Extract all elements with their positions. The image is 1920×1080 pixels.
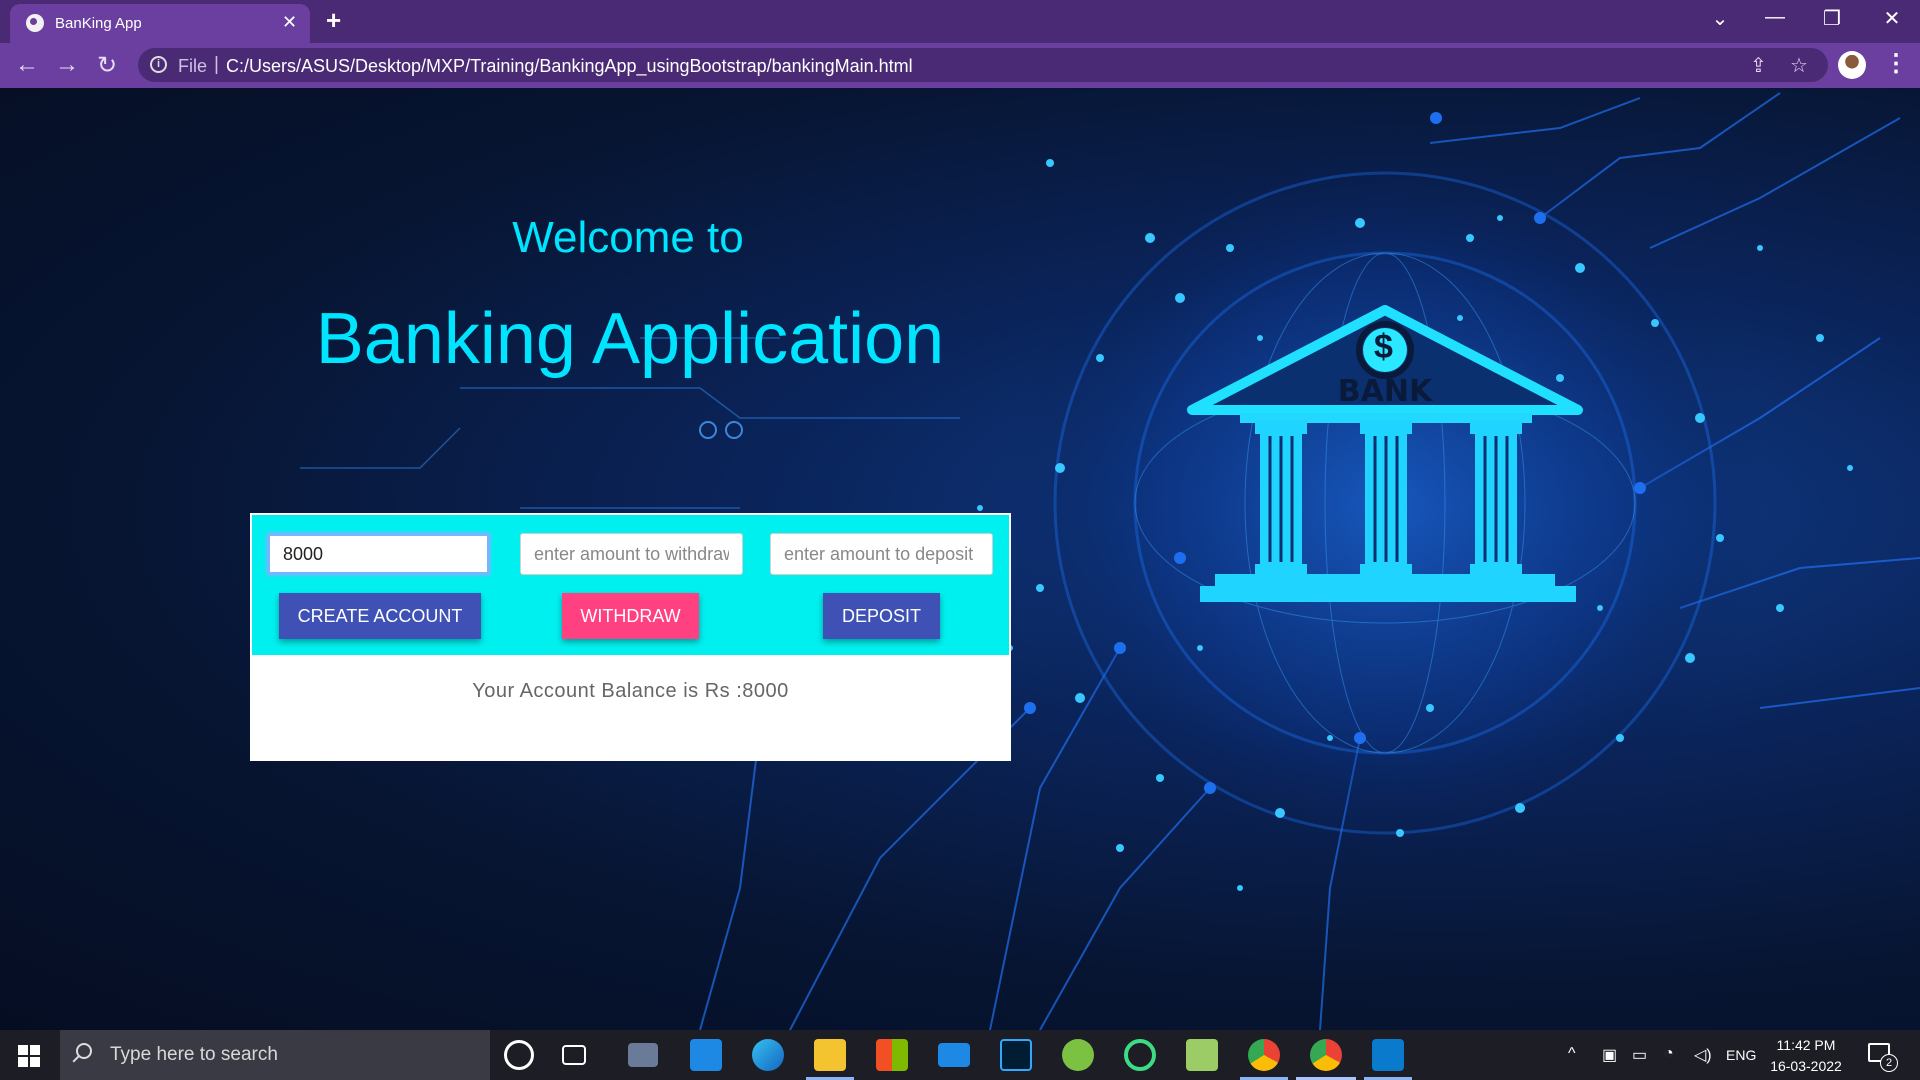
green-app-icon[interactable] [1062,1039,1094,1071]
file-label: File [178,56,208,76]
taskbar-search-placeholder: Type here to search [110,1044,278,1065]
circle-app-icon[interactable] [1124,1039,1156,1071]
clock-date: 16-03-2022 [1770,1058,1842,1074]
notepad-app-icon[interactable] [1186,1039,1218,1071]
page-viewport: $ BANK Welcome to Banking Application CR… [0,88,1920,1030]
restore-icon[interactable]: ❐ [1812,6,1852,31]
bookmark-star-icon[interactable]: ☆ [1790,53,1808,78]
deposit-amount-input[interactable] [770,533,993,575]
close-tab-icon[interactable]: ✕ [282,12,297,33]
more-menu-icon[interactable]: ⋮ [1884,49,1908,78]
create-account-button[interactable]: CREATE ACCOUNT [279,593,481,639]
chrome-active-icon[interactable] [1310,1039,1342,1071]
browser-toolbar: ← → ↻ i File | C:/Users/ASUS/Desktop/MXP… [0,43,1920,88]
windows-start-icon[interactable] [18,1045,40,1067]
windows-taskbar: Type here to search ^ ▣ ▭ ◔ ◁) ENG 11:42… [0,1030,1920,1080]
task-view-icon[interactable] [562,1045,586,1065]
browser-tab-strip: BanKing App ✕ + ⌄ — ❐ ✕ [0,0,1920,43]
notification-count-badge: 2 [1880,1054,1898,1072]
new-tab-icon[interactable]: + [326,5,341,36]
globe-icon [26,14,44,32]
banking-form-card: CREATE ACCOUNT WITHDRAW DEPOSIT Your Acc… [250,513,1011,761]
tab-search-chevron-icon[interactable]: ⌄ [1700,6,1740,31]
battery-icon[interactable]: ▭ [1632,1045,1647,1065]
edge-icon[interactable] [752,1039,784,1071]
show-hidden-icons-chevron[interactable]: ^ [1568,1045,1576,1063]
media-player-icon[interactable] [690,1039,722,1071]
wifi-icon[interactable]: ◔ [1664,1045,1674,1063]
deposit-button[interactable]: DEPOSIT [823,593,940,639]
system-clock[interactable]: 11:42 PM 16-03-2022 [1762,1035,1850,1077]
cortana-icon[interactable] [504,1040,534,1070]
account-balance-text: Your Account Balance is Rs :8000 [472,680,789,702]
photoshop-icon[interactable] [1000,1039,1032,1071]
vscode-icon[interactable] [1372,1039,1404,1071]
form-controls-panel: CREATE ACCOUNT WITHDRAW DEPOSIT [252,515,1009,655]
language-indicator[interactable]: ENG [1726,1047,1756,1063]
account-amount-input[interactable] [267,533,490,575]
forward-icon[interactable]: → [52,51,82,79]
profile-avatar[interactable] [1838,51,1866,79]
withdraw-button[interactable]: WITHDRAW [562,593,699,639]
clock-time: 11:42 PM [1776,1037,1836,1053]
bank-sign-text: BANK [1337,374,1433,409]
bank-dollar-sign: $ [1374,328,1393,366]
store-icon[interactable] [876,1039,908,1071]
file-explorer-icon[interactable] [814,1039,846,1071]
url-separator: | [214,54,219,75]
page-title: Banking Application [315,299,945,379]
address-bar[interactable]: i File | C:/Users/ASUS/Desktop/MXP/Train… [138,48,1828,82]
url-text[interactable]: C:/Users/ASUS/Desktop/MXP/Training/Banki… [226,56,913,77]
minimize-icon[interactable]: — [1755,6,1795,29]
mail-icon[interactable] [938,1043,970,1067]
volume-icon[interactable]: ◁) [1694,1045,1712,1065]
info-icon[interactable]: i [150,56,167,73]
chrome-icon[interactable] [1248,1039,1280,1071]
reload-icon[interactable]: ↻ [92,51,122,80]
tab-title: BanKing App [55,15,142,32]
taskbar-search-box[interactable]: Type here to search [60,1030,490,1080]
search-icon [76,1043,92,1059]
welcome-heading: Welcome to [512,213,744,262]
meet-now-icon[interactable]: ▣ [1602,1045,1617,1065]
close-window-icon[interactable]: ✕ [1872,6,1912,31]
share-icon[interactable]: ⇪ [1750,53,1767,78]
withdraw-amount-input[interactable] [520,533,743,575]
camera-icon[interactable] [628,1043,658,1067]
browser-tab[interactable]: BanKing App ✕ [10,4,310,43]
back-icon[interactable]: ← [12,51,42,79]
